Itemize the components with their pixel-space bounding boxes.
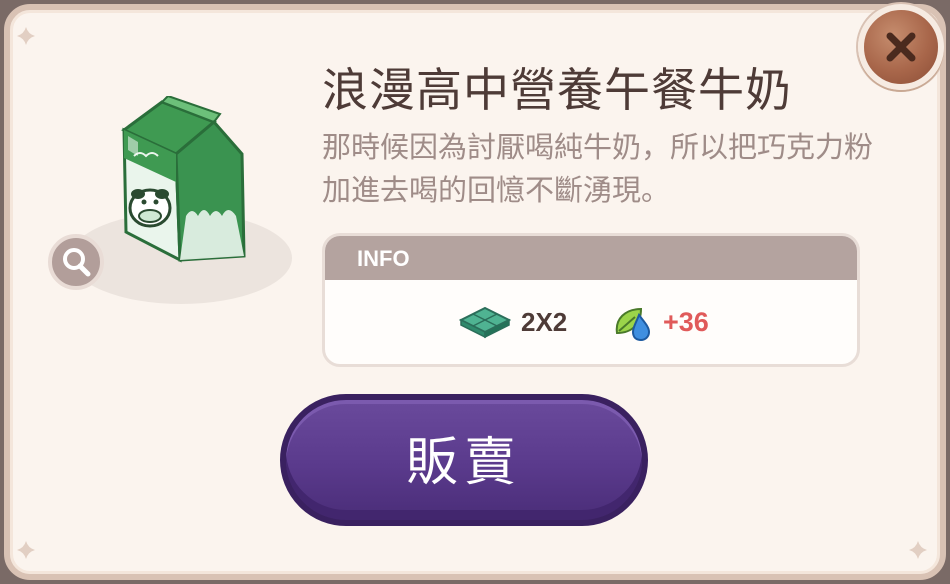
- corner-ornament-icon: [17, 27, 35, 45]
- size-value: 2X2: [521, 306, 568, 337]
- size-stat: 2X2: [459, 302, 567, 342]
- item-title: 浪漫高中營養午餐牛奶: [322, 63, 792, 117]
- tile-size-icon: [459, 306, 511, 339]
- sell-button-label: 販賣: [405, 432, 522, 493]
- bonus-stat: +36: [611, 302, 709, 342]
- leaf-drop-icon: [615, 307, 651, 341]
- corner-ornament-icon: [909, 541, 927, 559]
- info-header: INFO: [325, 236, 857, 280]
- bonus-value: +36: [663, 306, 709, 337]
- sell-button[interactable]: 販賣: [280, 394, 648, 526]
- info-panel: INFO 2X2 +36: [322, 233, 860, 367]
- close-icon: [886, 32, 916, 62]
- magnifier-icon: [63, 248, 91, 277]
- milk-carton-image: [121, 96, 246, 263]
- close-button[interactable]: [858, 4, 944, 90]
- zoom-button[interactable]: [48, 234, 104, 290]
- corner-ornament-icon: [17, 541, 35, 559]
- info-stats-row: 2X2 +36: [325, 302, 857, 342]
- item-description: 那時候因為討厭喝純牛奶，所以把巧克力粉加進去喝的回憶不斷湧現。: [322, 130, 874, 207]
